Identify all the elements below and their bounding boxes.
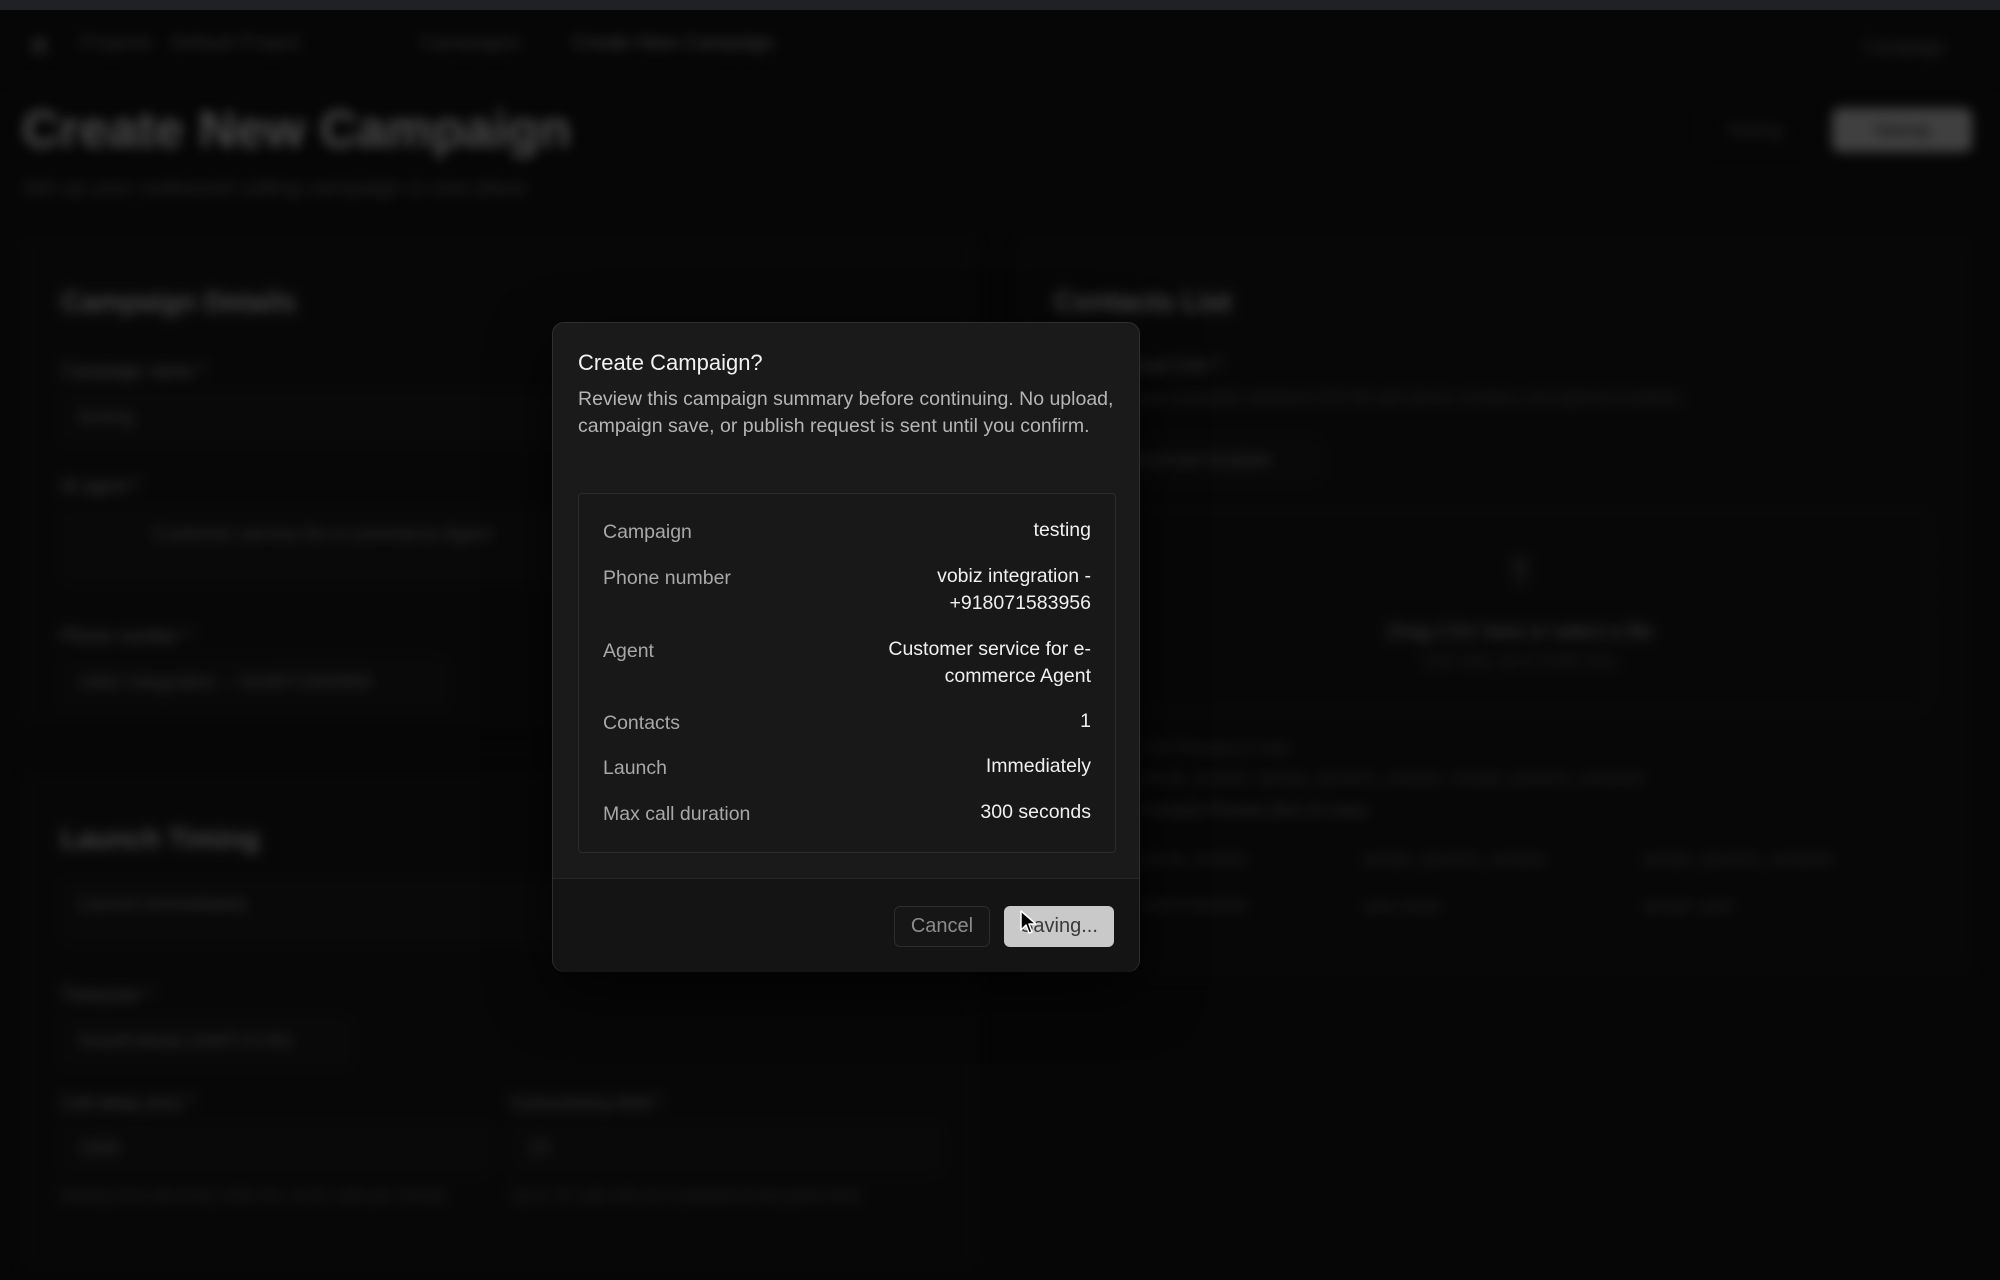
summary-label-contacts: Contacts: [603, 712, 680, 734]
dialog-description: Review this campaign summary before cont…: [578, 388, 1114, 437]
summary-label-launch: Launch: [603, 757, 667, 779]
campaign-summary: Campaign testing Phone number vobiz inte…: [578, 493, 1116, 853]
summary-value-campaign: testing: [1033, 519, 1091, 541]
summary-label-campaign: Campaign: [603, 521, 692, 543]
summary-label-phone: Phone number: [603, 567, 731, 589]
mouse-cursor-icon: [1020, 910, 1037, 934]
summary-value-phone: vobiz integration - +918071583956: [937, 565, 1091, 614]
summary-value-contacts: 1: [1080, 710, 1091, 732]
summary-value-launch: Immediately: [985, 755, 1091, 777]
summary-label-agent: Agent: [603, 640, 654, 662]
summary-label-duration: Max call duration: [603, 803, 751, 825]
summary-value-agent: Customer service for e-commerce Agent: [888, 638, 1091, 687]
cancel-button[interactable]: Cancel: [894, 906, 990, 947]
dialog-title: Create Campaign?: [578, 350, 763, 375]
summary-value-duration: 300 seconds: [980, 801, 1091, 823]
create-campaign-dialog: Create Campaign? Review this campaign su…: [552, 322, 1140, 972]
dialog-footer: Cancel Saving...: [553, 878, 1139, 972]
